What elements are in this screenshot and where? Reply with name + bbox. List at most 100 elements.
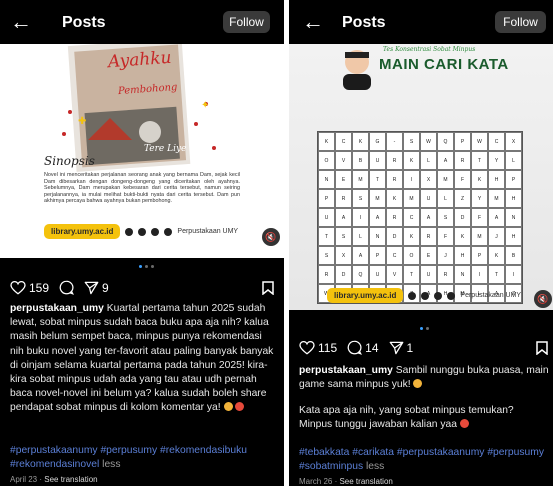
like-count: 159	[29, 280, 50, 295]
grid-cell: N	[505, 208, 522, 227]
grid-cell: J	[437, 246, 454, 265]
grid-cell: M	[352, 170, 369, 189]
grid-cell: S	[437, 208, 454, 227]
svg-text:✦: ✦	[201, 100, 209, 111]
caption-username[interactable]: perpustakaan_umy	[10, 303, 104, 314]
grid-cell: S	[352, 189, 369, 208]
grid-cell: R	[437, 265, 454, 284]
grid-cell: T	[369, 170, 386, 189]
facebook-icon	[164, 227, 173, 236]
social-handle: Perpustakaan UMY	[177, 228, 239, 235]
youtube-icon	[421, 291, 430, 300]
like-action[interactable]: 115	[299, 340, 338, 355]
back-arrow-icon[interactable]: ←	[10, 11, 32, 33]
grid-cell: M	[471, 227, 488, 246]
grid-cell: P	[505, 170, 522, 189]
caption-username[interactable]: perpustakaan_umy	[299, 365, 393, 376]
left-top-bar: ← Posts Follow	[0, 0, 284, 44]
back-arrow-icon[interactable]: ←	[302, 11, 324, 33]
heart-emoji-icon	[459, 419, 469, 429]
smile-emoji-icon	[413, 379, 423, 389]
grid-cell: I	[471, 265, 488, 284]
grid-cell: K	[318, 132, 335, 151]
grid-cell: N	[454, 265, 471, 284]
bookmark-icon[interactable]	[262, 281, 274, 295]
comment-action[interactable]	[59, 280, 75, 295]
grid-cell: Y	[471, 189, 488, 208]
bookmark-icon[interactable]	[536, 341, 548, 355]
hashtag-text[interactable]: #tebakkata #carikata #perpustakaanumy #p…	[299, 447, 544, 472]
grid-cell: T	[403, 265, 420, 284]
grid-cell: T	[471, 151, 488, 170]
grid-cell: C	[335, 132, 352, 151]
sinopsis-text: Novel ini menceritakan perjalanan seoran…	[44, 172, 240, 205]
right-post-panel: ← Posts Follow Tes Konsentrasi Sobat Min…	[289, 0, 553, 486]
right-caption-2: Kata apa aja nih, yang sobat minpus temu…	[299, 404, 549, 432]
left-caption: perpustakaan_umy Kuartal pertama tahun 2…	[10, 302, 278, 416]
heart-icon[interactable]	[10, 280, 26, 295]
carousel-dot-active	[420, 327, 423, 330]
grid-cell: W	[471, 132, 488, 151]
post-meta: April 23 · See translation	[10, 475, 98, 484]
grid-cell: F	[437, 227, 454, 246]
grid-cell: -	[386, 132, 403, 151]
post-image[interactable]: Tes Konsentrasi Sobat Minpus MAIN CARI K…	[289, 44, 553, 310]
like-count: 115	[318, 340, 338, 355]
grid-cell: U	[369, 265, 386, 284]
grid-cell: R	[454, 151, 471, 170]
less-link[interactable]: less	[366, 461, 384, 472]
grid-cell: G	[369, 132, 386, 151]
carousel-dot	[426, 327, 429, 330]
grid-cell: T	[488, 265, 505, 284]
grid-cell: L	[420, 151, 437, 170]
library-link-row: library.umy.ac.id Perpustakaan UMY	[327, 288, 521, 303]
like-action[interactable]: 159	[10, 280, 50, 295]
heart-icon[interactable]	[299, 340, 315, 355]
grid-cell: D	[386, 227, 403, 246]
less-link[interactable]: less	[102, 459, 120, 470]
page-title: Posts	[62, 14, 106, 31]
grid-cell: L	[437, 189, 454, 208]
sinopsis-heading: Sinopsis	[44, 154, 95, 168]
comment-icon[interactable]	[347, 340, 363, 355]
caption-text: Kuartal pertama tahun 2025 sudah lewat, …	[10, 303, 274, 414]
follow-button[interactable]: Follow	[495, 11, 546, 33]
grid-cell: L	[352, 227, 369, 246]
grid-cell: X	[335, 246, 352, 265]
grid-cell: L	[505, 151, 522, 170]
grid-cell: A	[437, 151, 454, 170]
grid-cell: O	[403, 246, 420, 265]
grid-cell: K	[488, 246, 505, 265]
right-top-bar: ← Posts Follow	[289, 0, 553, 44]
post-date: March 26	[299, 477, 333, 486]
grid-cell: Y	[488, 151, 505, 170]
carousel-dots	[420, 327, 429, 330]
post-image[interactable]: ✚ ✦ Ayahku Pembohong Tere Liye Sinopsis …	[0, 44, 284, 258]
comment-action[interactable]: 14	[347, 340, 379, 355]
right-caption: perpustakaan_umy Sambil nunggu buka puas…	[299, 364, 549, 392]
grid-cell: R	[318, 265, 335, 284]
see-translation-link[interactable]: See translation	[44, 475, 97, 484]
twitter-icon	[151, 227, 160, 236]
grid-cell: S	[335, 227, 352, 246]
grid-cell: U	[369, 151, 386, 170]
share-icon[interactable]	[84, 281, 99, 295]
facebook-icon	[447, 291, 456, 300]
grid-cell: H	[505, 227, 522, 246]
carousel-dot	[145, 265, 148, 268]
share-action[interactable]: 1	[389, 341, 413, 355]
follow-button[interactable]: Follow	[223, 11, 270, 33]
share-action[interactable]: 9	[84, 281, 109, 295]
share-icon[interactable]	[389, 341, 404, 355]
comment-icon[interactable]	[59, 280, 75, 295]
grid-cell: U	[420, 265, 437, 284]
mute-icon[interactable]: 🔇	[534, 290, 552, 308]
grid-cell: K	[403, 151, 420, 170]
mute-icon[interactable]: 🔇	[262, 228, 280, 246]
hashtag-text[interactable]: #perpustakaanumy #perpusumy #rekomendasi…	[10, 445, 247, 470]
grid-cell: P	[471, 246, 488, 265]
grid-cell: P	[318, 189, 335, 208]
library-link: library.umy.ac.id	[44, 224, 121, 239]
see-translation-link[interactable]: See translation	[339, 477, 392, 486]
grid-cell: U	[318, 208, 335, 227]
